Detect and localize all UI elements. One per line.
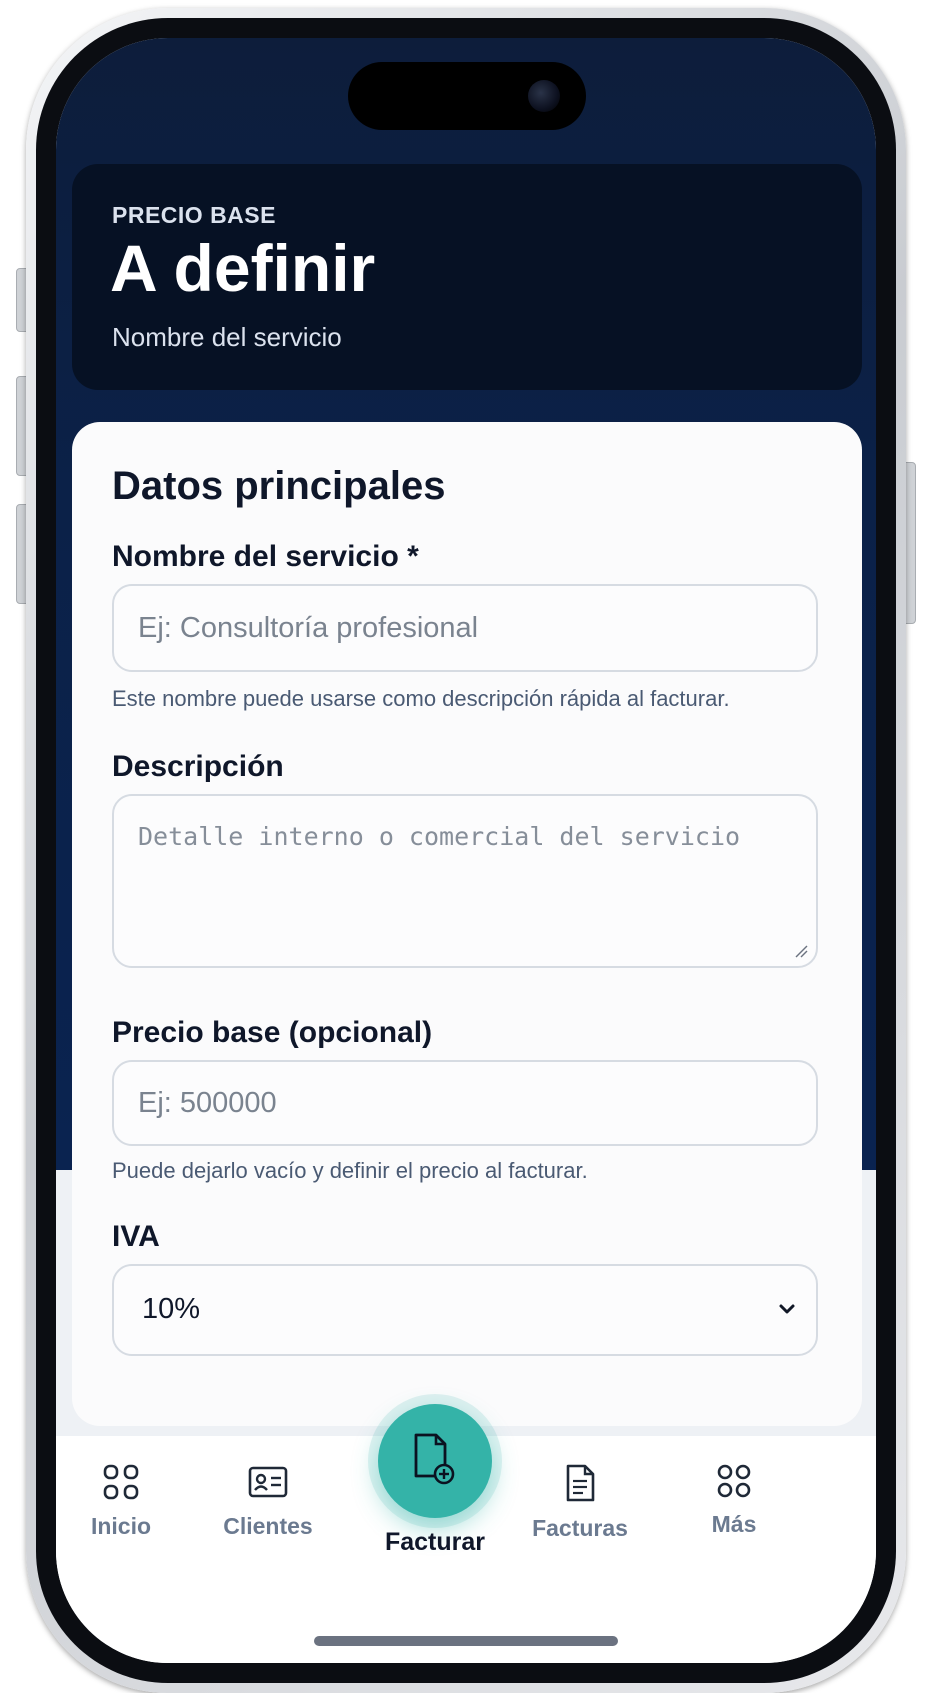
tab-facturas[interactable]: Facturas — [515, 1464, 645, 1542]
camera-icon — [528, 80, 560, 112]
grid-icon — [103, 1464, 139, 1500]
section-title: Datos principales — [112, 464, 446, 508]
service-name-label: Nombre del servicio * — [112, 540, 419, 573]
chevron-down-icon — [779, 1304, 795, 1314]
base-price-hint: Puede dejarlo vacío y definir el precio … — [112, 1158, 588, 1183]
price-summary-eyebrow: PRECIO BASE — [112, 202, 276, 228]
base-price-input[interactable] — [112, 1060, 818, 1146]
base-price-label: Precio base (opcional) — [112, 1016, 433, 1049]
new-invoice-icon — [414, 1433, 455, 1485]
service-name-input[interactable] — [112, 584, 818, 672]
document-icon — [566, 1464, 595, 1502]
dynamic-island — [348, 62, 586, 130]
contact-card-icon — [248, 1466, 288, 1498]
tab-facturar-label: Facturar — [384, 1528, 486, 1556]
service-name-hint: Este nombre puede usarse como descripció… — [112, 686, 730, 711]
tab-facturar[interactable] — [378, 1404, 492, 1518]
iva-label: IVA — [112, 1220, 160, 1253]
price-summary-service-name: Nombre del servicio — [112, 322, 342, 352]
tab-mas[interactable]: Más — [669, 1464, 799, 1538]
tab-inicio[interactable]: Inicio — [56, 1464, 186, 1540]
tab-facturas-label: Facturas — [532, 1515, 628, 1541]
screen: PRECIO BASE A definir Nombre del servici… — [56, 38, 876, 1663]
iva-selected-value: 10% — [142, 1293, 201, 1325]
home-indicator[interactable] — [314, 1636, 618, 1646]
tab-clientes-label: Clientes — [223, 1513, 313, 1539]
price-summary-value: A definir — [110, 231, 376, 305]
resize-handle-icon[interactable] — [794, 944, 808, 958]
price-summary-card: PRECIO BASE A definir Nombre del servici… — [72, 164, 862, 390]
iva-select[interactable]: 10% — [112, 1264, 818, 1356]
tab-clientes[interactable]: Clientes — [203, 1464, 333, 1540]
tab-mas-label: Más — [711, 1511, 757, 1537]
main-data-card: Datos principales Nombre del servicio * … — [72, 422, 862, 1426]
more-grid-icon — [717, 1464, 751, 1498]
tab-inicio-label: Inicio — [90, 1513, 152, 1539]
description-textarea[interactable] — [112, 794, 818, 968]
description-label: Descripción — [112, 750, 284, 783]
